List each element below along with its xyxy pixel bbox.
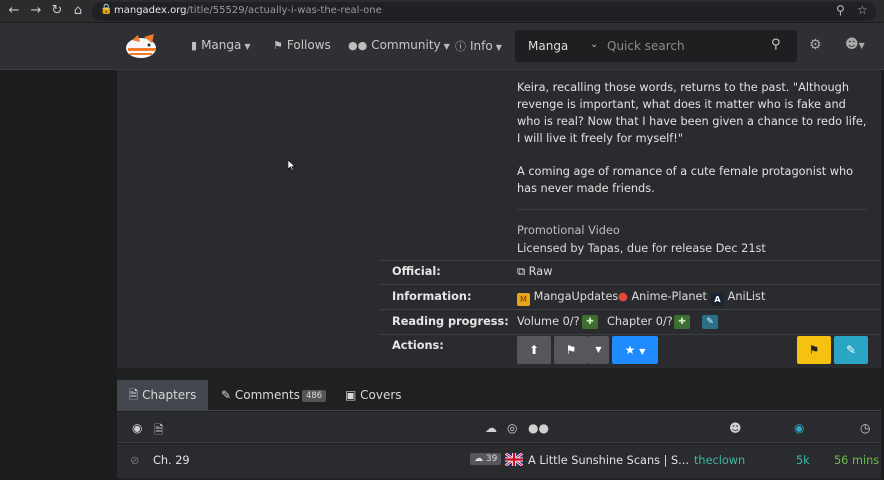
zoom-icon[interactable]: ⚲	[836, 3, 845, 17]
tabs-underline	[117, 410, 881, 411]
views-count: 5k	[796, 454, 810, 467]
rating-button[interactable]: ★ ▼	[612, 336, 658, 364]
user-menu-icon[interactable]: ☻▼	[845, 37, 865, 52]
promotional-video-link[interactable]: Promotional Video	[517, 224, 620, 237]
edit-title-button[interactable]: ✎	[834, 336, 868, 364]
divider	[380, 334, 881, 335]
caret-down-icon: ▼	[639, 347, 646, 356]
tab-comments[interactable]: ✎ Comments 486	[221, 380, 327, 410]
views-eye-icon: ◉	[794, 421, 805, 435]
chapter-link[interactable]: Ch. 29	[153, 454, 190, 467]
comments-icon: ✎	[221, 388, 232, 402]
chevron-down-icon[interactable]: ⌄	[590, 39, 598, 50]
caret-down-icon: ▼	[595, 345, 602, 354]
chapter-comments-badge[interactable]: ☁ 39	[470, 453, 502, 465]
quick-search-input[interactable]	[607, 36, 767, 56]
home-icon[interactable]: ⌂	[69, 2, 87, 20]
information-label: Information:	[392, 290, 472, 303]
mangaupdates-link[interactable]: M MangaUpdates	[517, 290, 618, 306]
volume-progress: Volume 0/?	[517, 315, 580, 328]
description-paragraph: A coming age of romance of a cute female…	[517, 165, 854, 195]
user-icon: ☻	[729, 421, 742, 435]
edit-progress-button[interactable]: ✎	[702, 315, 718, 329]
uploader-link[interactable]: theclown	[694, 454, 745, 467]
divider	[517, 209, 867, 210]
anilist-link[interactable]: A AniList	[711, 290, 765, 306]
tab-covers[interactable]: ▣ Covers	[345, 380, 402, 410]
star-icon: ★	[624, 343, 636, 357]
chapter-progress: Chapter 0/?	[607, 315, 673, 328]
users-icon: ●●	[528, 421, 549, 435]
official-label: Official:	[392, 265, 441, 278]
flag-uk-icon	[504, 451, 524, 469]
image-icon: ▣	[345, 388, 357, 402]
bookmark-icon: ⚑	[273, 39, 283, 52]
nav-info[interactable]: ⓘ Info ▼	[455, 38, 502, 54]
caret-down-icon: ▼	[244, 42, 251, 51]
globe-icon: ◎	[507, 421, 518, 435]
actions-label: Actions:	[392, 339, 444, 352]
description-paragraph: Keira, recalling those words, returns to…	[517, 81, 867, 145]
quick-search-box: Manga ⌄ ⚲	[515, 30, 797, 62]
url-text: mangadex.org/title/55529/actually-i-was-…	[114, 5, 382, 16]
comments-icon: ☁	[474, 454, 483, 464]
forward-arrow-icon[interactable]: →	[27, 2, 45, 20]
clock-icon: ◷	[860, 421, 871, 435]
mangaupdates-icon: M	[517, 293, 530, 306]
site-navbar: ▮ Manga ▼ ⚑ Follows ●● Community ▼ ⓘ Info ▼ Man…	[0, 23, 884, 70]
left-margin	[0, 70, 117, 480]
anime-planet-icon: ●	[618, 290, 628, 303]
report-flag-button[interactable]: ⚑	[797, 336, 831, 364]
comments-count-badge: 486	[301, 390, 327, 402]
comments-icon: ☁	[485, 421, 497, 435]
mouse-cursor-icon	[288, 160, 296, 171]
upload-button[interactable]: ⬆	[517, 336, 551, 364]
browser-toolbar: ← → ↻ ⌂ 🔒 mangadex.org/title/55529/actua…	[0, 0, 884, 23]
license-note: Licensed by Tapas, due for release Dec 2…	[517, 242, 766, 255]
nav-manga[interactable]: ▮ Manga ▼	[191, 38, 251, 52]
mangadex-logo-icon[interactable]	[124, 31, 160, 61]
external-link-icon: ⧉	[517, 265, 526, 278]
nav-community[interactable]: ●● Community ▼	[348, 38, 450, 52]
pencil-icon: ✎	[845, 343, 857, 357]
table-row[interactable]: ⊘ Ch. 29 ☁ 39 A Little Sunshine Scans | …	[117, 444, 881, 478]
reload-icon[interactable]: ↻	[48, 2, 66, 20]
bookmark-icon: ⚑	[565, 343, 577, 357]
info-icon: ⓘ	[455, 40, 466, 53]
chapter-table-header: ◉ 🗎 ☁ ◎ ●● ☻ ◉ ◷	[117, 412, 881, 443]
reading-progress-label: Reading progress:	[392, 315, 509, 328]
anime-planet-link[interactable]: ● Anime-Planet	[618, 290, 707, 303]
flag-icon: ⚑	[808, 343, 820, 357]
divider	[380, 284, 881, 285]
volume-increment-button[interactable]: ✚	[582, 315, 598, 329]
official-raw-link[interactable]: ⧉ Raw	[517, 265, 552, 279]
file-icon[interactable]: 🗎	[154, 421, 164, 442]
divider	[380, 309, 881, 310]
search-category-select[interactable]: Manga	[528, 39, 568, 53]
address-bar[interactable]: 🔒 mangadex.org/title/55529/actually-i-wa…	[92, 2, 876, 21]
star-bookmark-icon[interactable]: ☆	[857, 3, 868, 17]
chapter-increment-button[interactable]: ✚	[674, 315, 690, 329]
gear-icon[interactable]: ⚙	[809, 37, 822, 53]
caret-down-icon: ▼	[495, 43, 502, 52]
tab-chapters[interactable]: 🗎 Chapters	[117, 380, 208, 410]
back-arrow-icon[interactable]: ←	[5, 2, 23, 20]
search-icon[interactable]: ⚲	[771, 37, 781, 52]
eye-icon[interactable]: ◉	[132, 421, 142, 435]
caret-down-icon: ▼	[443, 42, 450, 51]
lock-icon: 🔒	[100, 4, 113, 15]
upload-time: 56 mins	[834, 454, 880, 467]
upload-icon: ⬆	[528, 343, 540, 357]
unread-eye-slash-icon[interactable]: ⊘	[130, 454, 139, 467]
users-icon: ●●	[348, 39, 368, 52]
scanlation-group-link[interactable]: A Little Sunshine Scans | S...	[528, 454, 689, 467]
book-icon: ▮	[191, 39, 198, 52]
nav-follows[interactable]: ⚑ Follows	[273, 38, 331, 52]
anilist-icon: A	[711, 293, 724, 306]
divider	[380, 260, 881, 261]
follow-dropdown-button[interactable]: ▼	[588, 336, 609, 364]
file-icon: 🗎	[128, 388, 139, 402]
follow-bookmark-button[interactable]: ⚑	[554, 336, 588, 364]
